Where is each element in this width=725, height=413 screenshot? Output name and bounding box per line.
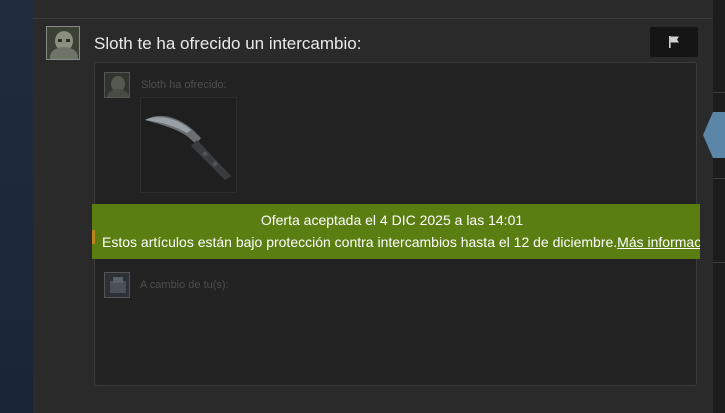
left-background-strip bbox=[0, 0, 33, 413]
divider bbox=[713, 262, 725, 263]
trade-title: Sloth te ha ofrecido un intercambio: bbox=[94, 34, 362, 53]
report-button[interactable] bbox=[650, 27, 698, 57]
divider bbox=[713, 92, 725, 93]
banner-accent bbox=[92, 230, 95, 244]
panel-divider bbox=[33, 18, 713, 19]
right-background-strip bbox=[713, 0, 725, 413]
avatar[interactable] bbox=[104, 72, 130, 98]
your-items-label: A cambio de tu(s): bbox=[140, 279, 229, 291]
chevron-left-icon[interactable] bbox=[703, 112, 725, 158]
trade-item[interactable] bbox=[140, 97, 237, 193]
divider bbox=[713, 178, 725, 179]
their-offer-label: Sloth ha ofrecido: bbox=[141, 79, 227, 91]
protection-text: Estos artículos están bajo protección co… bbox=[102, 234, 618, 250]
avatar[interactable] bbox=[104, 272, 130, 298]
avatar[interactable] bbox=[46, 26, 80, 60]
trade-accepted-banner: Oferta aceptada el 4 DIC 2025 a las 14:0… bbox=[92, 204, 700, 259]
trade-protection-message: Estos artículos están bajo protección co… bbox=[102, 234, 700, 250]
flag-icon bbox=[669, 36, 679, 48]
learn-more-link[interactable]: Más informac bbox=[617, 234, 700, 250]
knife-icon bbox=[145, 115, 231, 180]
accepted-message: Oferta aceptada el 4 DIC 2025 a las 14:0… bbox=[260, 212, 524, 228]
